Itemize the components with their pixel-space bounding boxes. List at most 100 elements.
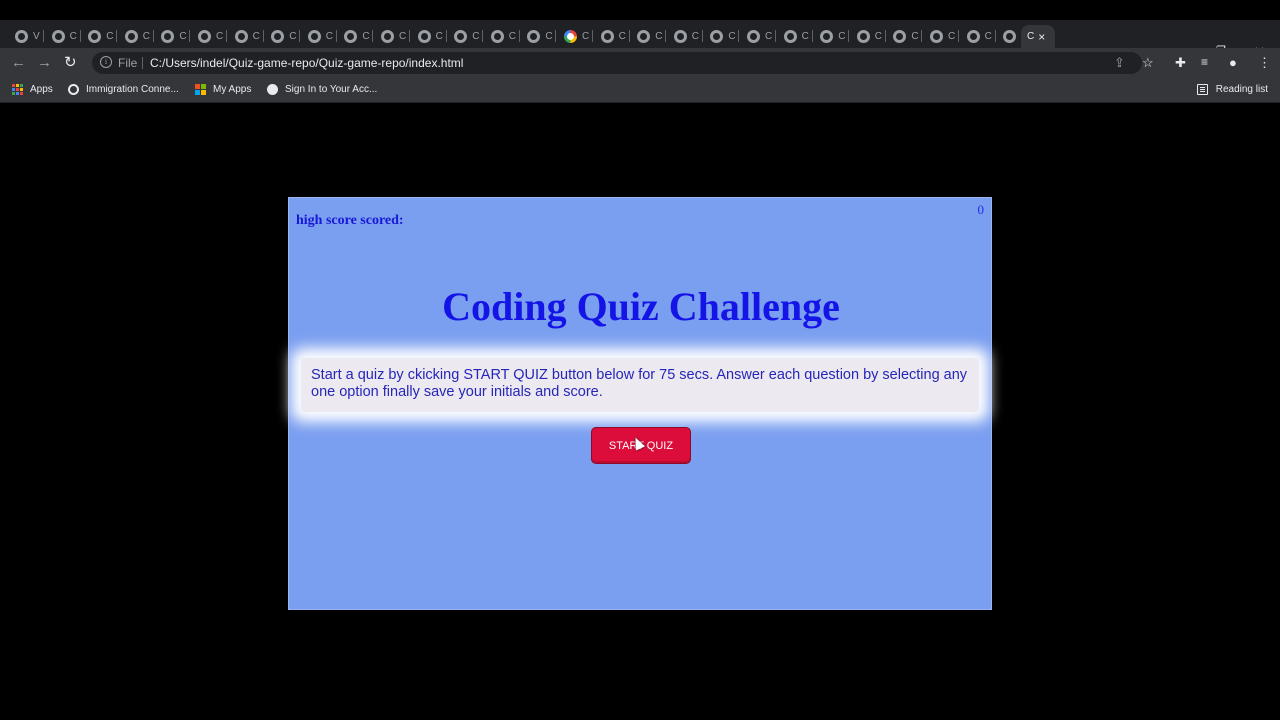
browser-tab[interactable]: C bbox=[301, 25, 337, 47]
url-text[interactable]: C:/Users/indel/Quiz-game-repo/Quiz-game-… bbox=[150, 56, 463, 70]
top-black-strip bbox=[0, 0, 1280, 20]
bookmark-label: My Apps bbox=[213, 84, 252, 95]
browser-tab[interactable]: C bbox=[374, 25, 410, 47]
tab-title: C bbox=[106, 30, 114, 42]
menu-kebab-icon[interactable]: ⋮ bbox=[1258, 55, 1271, 71]
globe-icon bbox=[381, 29, 394, 43]
share-icon[interactable]: ⇪ bbox=[1114, 55, 1125, 71]
timer-value: 0 bbox=[977, 202, 985, 217]
extensions-icon[interactable]: ✚ bbox=[1175, 55, 1186, 71]
globe-icon bbox=[1003, 29, 1017, 43]
globe-icon bbox=[124, 29, 138, 43]
globe-icon bbox=[783, 29, 797, 43]
bookmark-apps[interactable]: Apps bbox=[12, 84, 53, 95]
browser-tab[interactable]: V bbox=[8, 25, 44, 47]
tab-title: C bbox=[618, 30, 626, 42]
tab-title: C bbox=[691, 30, 700, 42]
tab-title: V bbox=[33, 30, 40, 42]
tab-title: C bbox=[911, 30, 919, 42]
browser-tab[interactable]: C bbox=[740, 25, 776, 47]
google-icon bbox=[564, 29, 577, 43]
bookmark-label: Sign In to Your Acc... bbox=[285, 84, 378, 95]
browser-tab[interactable]: C bbox=[484, 25, 520, 47]
tab-title: C bbox=[984, 30, 992, 42]
tab-title: C bbox=[838, 30, 846, 42]
browser-tab[interactable]: C bbox=[447, 25, 484, 47]
browser-tab[interactable]: C bbox=[45, 25, 81, 47]
browser-tab[interactable]: C bbox=[118, 25, 154, 47]
browser-tab[interactable]: C bbox=[154, 25, 191, 47]
reload-icon[interactable]: ↻ bbox=[64, 54, 77, 72]
address-bar[interactable]: i File C:/Users/indel/Quiz-game-repo/Qui… bbox=[92, 52, 1154, 74]
reading-list-icon bbox=[1196, 84, 1208, 95]
bookmark-star-icon[interactable]: ☆ bbox=[1142, 55, 1154, 71]
globe-icon bbox=[307, 29, 321, 43]
media-control-icon[interactable]: ≡ bbox=[1201, 55, 1208, 69]
tab-title: C bbox=[765, 30, 773, 42]
globe-icon bbox=[417, 29, 431, 43]
browser-tab[interactable]: C bbox=[264, 25, 301, 47]
tab-title: C bbox=[362, 30, 370, 42]
tab-title: C bbox=[874, 30, 883, 42]
tab-title: C bbox=[582, 30, 590, 42]
microsoft-icon bbox=[195, 84, 206, 95]
browser-tab[interactable]: C bbox=[886, 25, 923, 47]
browser-tab[interactable]: C bbox=[191, 25, 227, 47]
page-title: Coding Quiz Challenge bbox=[442, 284, 840, 329]
address-divider bbox=[142, 57, 143, 69]
reading-list-label: Reading list bbox=[1215, 84, 1268, 95]
globe-icon bbox=[710, 29, 724, 43]
browser-tab[interactable]: C bbox=[411, 25, 447, 47]
browser-tab[interactable]: C bbox=[81, 25, 118, 47]
browser-tab[interactable]: C bbox=[813, 25, 850, 47]
high-score-label[interactable]: high score scored: bbox=[296, 213, 404, 229]
tab-title: C bbox=[948, 30, 956, 42]
tab-title: C bbox=[801, 30, 809, 42]
bookmark-sign-in[interactable]: Sign In to Your Acc... bbox=[267, 84, 377, 95]
browser-tab[interactable]: C bbox=[923, 25, 959, 47]
bookmarks-bar: Apps Immigration Conne... My Apps Sign I… bbox=[0, 78, 1280, 103]
profile-avatar-icon[interactable]: ● bbox=[1229, 55, 1237, 70]
globe-icon bbox=[600, 29, 614, 43]
browser-tab[interactable]: C bbox=[703, 25, 740, 47]
tab-title: C bbox=[545, 30, 553, 42]
tab-title: C bbox=[728, 30, 736, 42]
tab-title: C bbox=[472, 30, 480, 42]
forward-arrow-icon[interactable]: → bbox=[37, 54, 52, 72]
browser-tab[interactable]: C bbox=[850, 25, 886, 47]
browser-tab[interactable]: C bbox=[777, 25, 813, 47]
instructions-text: Start a quiz by ckicking START QUIZ butt… bbox=[301, 358, 979, 412]
close-tab-icon[interactable]: × bbox=[1038, 30, 1045, 44]
bookmark-my-apps[interactable]: My Apps bbox=[195, 84, 251, 95]
ring-icon bbox=[68, 84, 79, 95]
browser-tab[interactable]: C bbox=[960, 25, 996, 47]
browser-tab[interactable]: C bbox=[337, 25, 374, 47]
browser-toolbar: ← → ↻ i File C:/Users/indel/Quiz-game-re… bbox=[0, 48, 1280, 78]
browser-tab[interactable]: C bbox=[630, 25, 667, 47]
browser-tab[interactable]: C bbox=[557, 25, 593, 47]
scheme-label: File bbox=[118, 56, 138, 70]
tab-title: C bbox=[325, 30, 334, 42]
reading-list-button[interactable]: Reading list bbox=[1196, 84, 1268, 95]
globe-icon bbox=[454, 29, 468, 43]
browser-tab[interactable]: C bbox=[594, 25, 630, 47]
globe-icon bbox=[198, 29, 211, 43]
tab-active[interactable]: C × bbox=[1021, 25, 1055, 48]
tab-title: C bbox=[508, 30, 517, 42]
globe-icon bbox=[51, 29, 65, 43]
browser-tab[interactable]: C bbox=[228, 25, 264, 47]
browser-tab[interactable]: C bbox=[520, 25, 557, 47]
globe-icon bbox=[637, 29, 651, 43]
globe-icon bbox=[747, 29, 760, 43]
active-tab-title: C bbox=[1027, 31, 1035, 42]
globe-icon bbox=[820, 29, 834, 43]
globe-icon bbox=[930, 29, 943, 43]
globe-icon bbox=[88, 29, 102, 43]
back-arrow-icon[interactable]: ← bbox=[11, 54, 26, 72]
tab-title: C bbox=[69, 30, 77, 42]
globe-icon bbox=[271, 29, 285, 43]
bookmark-label: Immigration Conne... bbox=[86, 84, 179, 95]
info-icon[interactable]: i bbox=[100, 56, 112, 68]
bookmark-immigration[interactable]: Immigration Conne... bbox=[68, 84, 179, 95]
browser-tab[interactable]: C bbox=[667, 25, 703, 47]
